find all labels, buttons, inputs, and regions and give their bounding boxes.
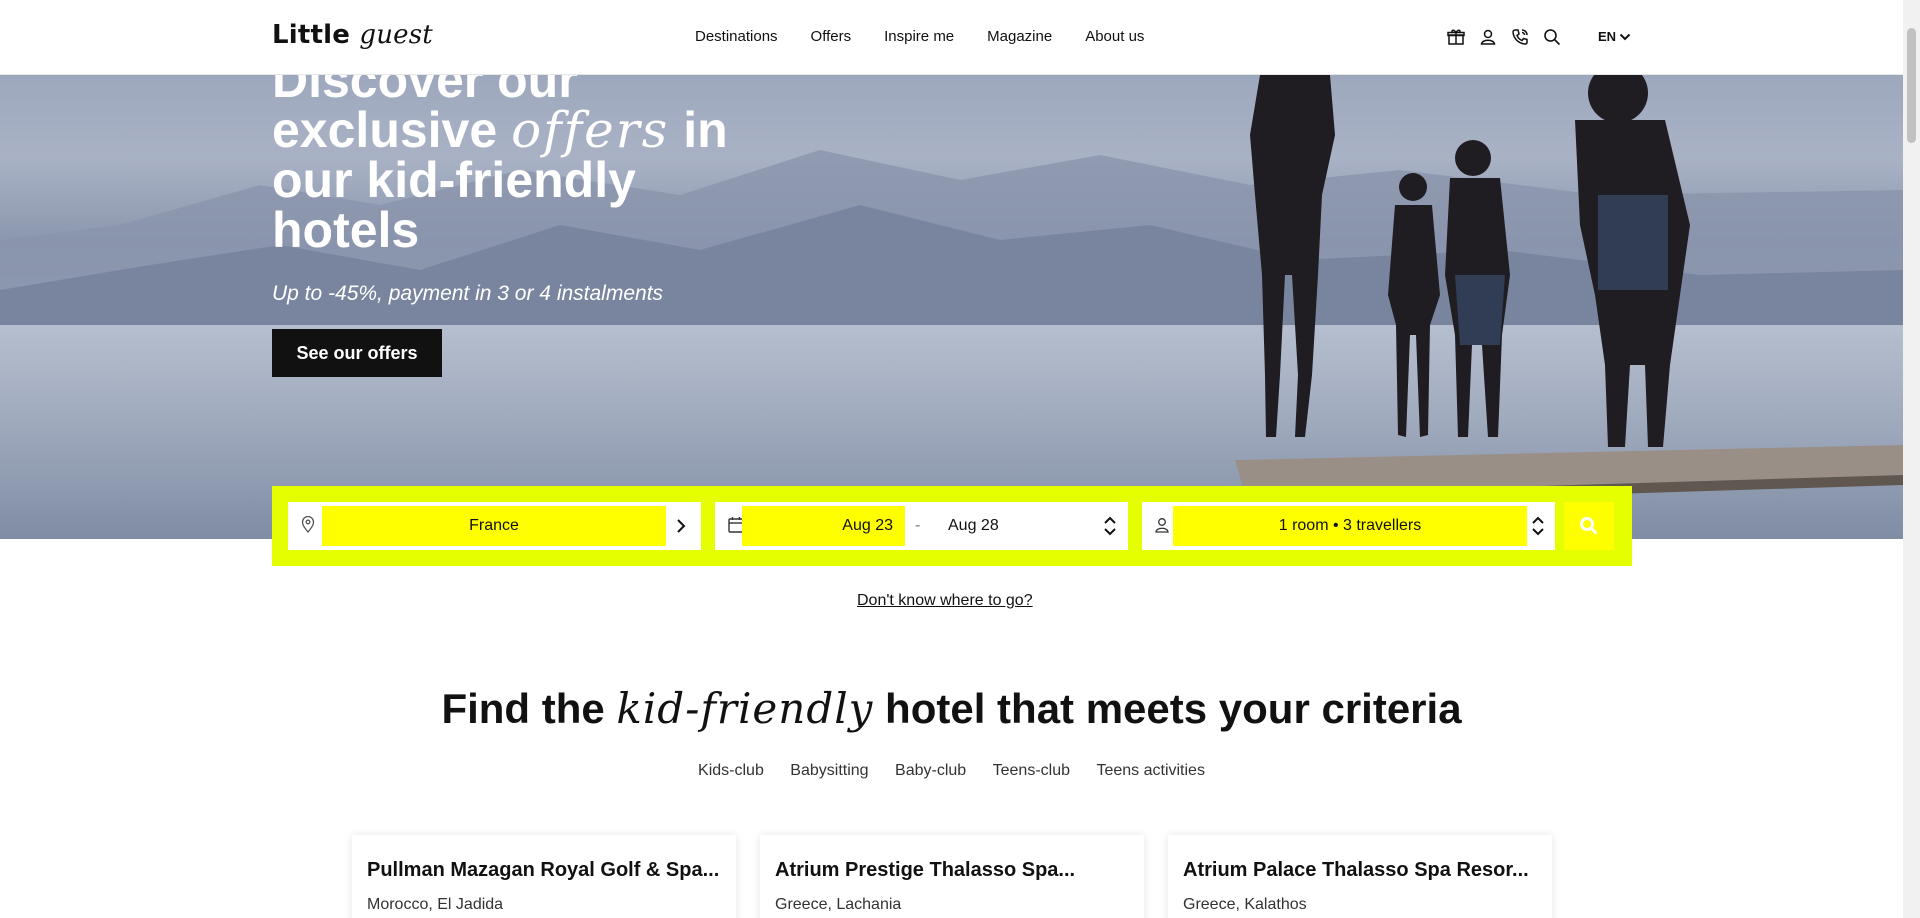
- filter-teens-activities[interactable]: Teens activities: [1096, 762, 1205, 779]
- destination-field[interactable]: France: [288, 502, 701, 550]
- nav-destinations[interactable]: Destinations: [695, 28, 778, 45]
- hero-title-text: exclusive: [272, 102, 512, 158]
- dont-know-link[interactable]: Don't know where to go?: [857, 592, 1033, 610]
- search-icon: [1580, 517, 1598, 535]
- search-icon[interactable]: [1542, 27, 1562, 47]
- language-selector[interactable]: EN: [1598, 29, 1631, 44]
- page-scrollbar[interactable]: [1903, 0, 1920, 918]
- filter-babysitting[interactable]: Babysitting: [790, 762, 868, 779]
- hotel-card[interactable]: Atrium Prestige Thalasso Spa... Greece, …: [760, 835, 1144, 918]
- user-icon: [1155, 518, 1169, 533]
- nav-inspire-me[interactable]: Inspire me: [884, 28, 954, 45]
- hero-title-line: exclusive offers in: [272, 105, 792, 155]
- filter-teens-club[interactable]: Teens-club: [993, 762, 1070, 779]
- scrollbar-thumb[interactable]: [1907, 28, 1916, 143]
- hero-title-line: hotels: [272, 202, 420, 258]
- nav-about-us[interactable]: About us: [1085, 28, 1144, 45]
- hero-title-text: in: [669, 102, 728, 158]
- nav-offers[interactable]: Offers: [811, 28, 852, 45]
- hotel-location: Greece, Lachania: [775, 896, 902, 913]
- location-pin-icon: [301, 516, 315, 534]
- up-down-arrows-icon[interactable]: [1531, 515, 1545, 537]
- criteria-filters: Kids-club Babysitting Baby-club Teens-cl…: [0, 762, 1903, 780]
- chevron-down-icon: [1619, 33, 1631, 40]
- nav-magazine[interactable]: Magazine: [987, 28, 1052, 45]
- language-label: EN: [1598, 29, 1617, 44]
- logo[interactable]: Little guest: [272, 20, 433, 50]
- date-from[interactable]: Aug 23: [742, 506, 905, 546]
- gift-icon[interactable]: [1446, 27, 1466, 47]
- search-button[interactable]: [1564, 502, 1614, 550]
- header-icons: [1446, 27, 1574, 47]
- filter-baby-club[interactable]: Baby-club: [895, 762, 966, 779]
- travellers-field[interactable]: 1 room • 3 travellers: [1142, 502, 1555, 550]
- hero-title: Discover our exclusive offers in our kid…: [272, 75, 792, 255]
- hotel-name: Atrium Palace Thalasso Spa Resor...: [1183, 859, 1529, 881]
- hotel-name: Atrium Prestige Thalasso Spa...: [775, 859, 1076, 881]
- main-nav: Destinations Offers Inspire me Magazine …: [695, 28, 1177, 45]
- user-icon[interactable]: [1478, 27, 1498, 47]
- travellers-value: 1 room • 3 travellers: [1173, 506, 1527, 546]
- hotel-card[interactable]: Pullman Mazagan Royal Golf & Spa... Moro…: [352, 835, 736, 918]
- date-to[interactable]: Aug 28: [948, 502, 999, 550]
- site-header: Little guest Destinations Offers Inspire…: [0, 0, 1903, 75]
- see-offers-button[interactable]: See our offers: [272, 329, 442, 377]
- filter-kids-club[interactable]: Kids-club: [698, 762, 764, 779]
- hotel-location: Morocco, El Jadida: [367, 896, 504, 913]
- hero-banner: Discover our exclusive offers in our kid…: [0, 75, 1903, 539]
- section-title: Find the kid-friendly hotel that meets y…: [0, 684, 1903, 733]
- hotel-card[interactable]: Atrium Palace Thalasso Spa Resor... Gree…: [1168, 835, 1552, 918]
- section-title-text: hotel that meets your criteria: [873, 685, 1462, 732]
- section-title-text: Find the: [441, 685, 617, 732]
- logo-script-text: guest: [359, 20, 433, 50]
- search-bar: France Aug 23 - Aug 28 1 room • 3 travel…: [272, 486, 1632, 566]
- hero-title-line: our kid-friendly: [272, 152, 636, 208]
- hero-title-script: offers: [511, 101, 670, 159]
- hotel-location: Greece, Kalathos: [1183, 896, 1307, 913]
- phone-icon[interactable]: [1510, 27, 1530, 47]
- chevron-right-icon[interactable]: [675, 518, 687, 534]
- logo-text: Little: [272, 20, 351, 50]
- destination-value: France: [322, 506, 666, 546]
- dates-field[interactable]: Aug 23 - Aug 28: [715, 502, 1128, 550]
- up-down-arrows-icon[interactable]: [1103, 515, 1117, 537]
- section-title-script: kid-friendly: [616, 684, 874, 733]
- hero-subtitle: Up to -45%, payment in 3 or 4 instalment…: [272, 282, 664, 305]
- hotel-name: Pullman Mazagan Royal Golf & Spa...: [367, 859, 720, 881]
- date-separator: -: [915, 517, 921, 534]
